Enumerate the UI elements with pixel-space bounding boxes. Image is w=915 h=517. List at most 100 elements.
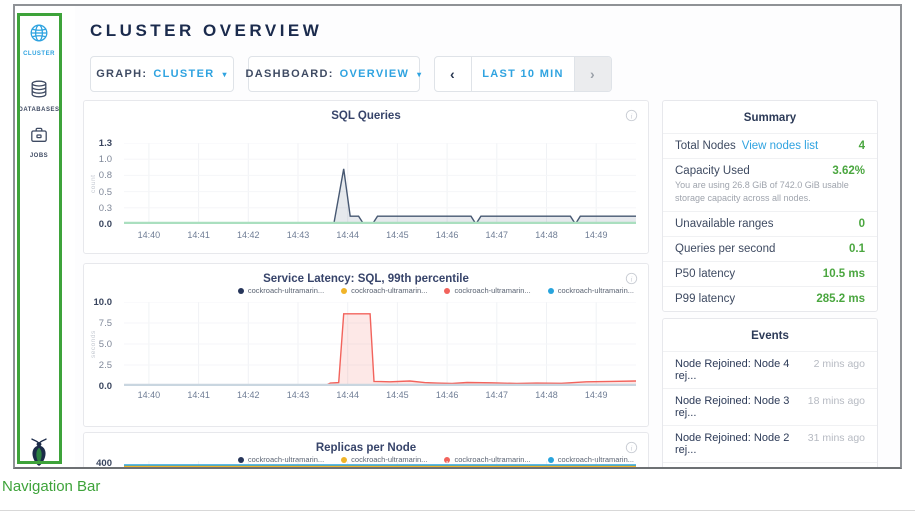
summary-row-value: 4 <box>859 140 865 152</box>
y-tick-label: 0.0 <box>99 219 112 230</box>
time-next-button[interactable]: › <box>574 57 611 91</box>
cockroachdb-logo[interactable] <box>15 437 63 469</box>
x-tick-label: 14:43 <box>287 390 310 400</box>
sidebar-item-label: JOBS <box>15 153 63 159</box>
y-axis-ticks: 400 <box>84 463 118 469</box>
x-tick-label: 14:45 <box>386 390 409 400</box>
y-tick-label: 7.5 <box>99 318 112 329</box>
event-row[interactable]: Node Rejoined: Node 4 rej... 2 mins ago <box>663 351 877 388</box>
y-tick-label: 400 <box>96 458 112 469</box>
time-range-selector: ‹ LAST 10 MIN › <box>434 56 612 92</box>
x-tick-label: 14:48 <box>535 230 558 240</box>
dashboard-dropdown-value: OVERVIEW <box>340 68 410 80</box>
x-tick-label: 14:40 <box>138 390 161 400</box>
x-tick-label: 14:42 <box>237 230 260 240</box>
x-tick-label: 14:44 <box>336 390 359 400</box>
summary-panel: Summary Total NodesView nodes list 4 Cap… <box>662 100 878 312</box>
chevron-down-icon: ▾ <box>417 70 422 79</box>
info-icon[interactable]: i <box>625 109 638 122</box>
chart-title: Service Latency: SQL, 99th percentile <box>84 273 648 285</box>
replicas-plot[interactable] <box>124 461 636 469</box>
legend-dot-icon <box>238 288 244 294</box>
graph-dropdown[interactable]: GRAPH: CLUSTER ▾ <box>90 56 234 92</box>
toolbar: GRAPH: CLUSTER ▾ DASHBOARD: OVERVIEW ▾ ‹… <box>90 56 612 92</box>
summary-row: Capacity Used 3.62% You are using 26.8 G… <box>663 158 877 211</box>
page-title: CLUSTER OVERVIEW <box>90 21 322 41</box>
y-tick-label: 0.5 <box>99 187 112 198</box>
chart-legend: cockroach-ultramarin... cockroach-ultrama… <box>238 286 634 295</box>
sidebar-item-jobs[interactable]: JOBS <box>15 125 63 159</box>
bottom-divider <box>0 510 915 511</box>
chart-title: SQL Queries <box>84 110 648 122</box>
event-row[interactable]: Node Rejoined: Node 1 rej... an hour ago <box>663 462 877 469</box>
x-tick-label: 14:48 <box>535 390 558 400</box>
sidebar-item-databases[interactable]: DATABASES <box>15 79 63 113</box>
x-tick-label: 14:46 <box>436 230 459 240</box>
y-tick-label: 10.0 <box>94 297 113 308</box>
summary-row: Queries per second 0.1 <box>663 236 877 261</box>
y-tick-label: 1.3 <box>99 138 112 149</box>
info-icon[interactable]: i <box>625 272 638 285</box>
x-tick-label: 14:46 <box>436 390 459 400</box>
x-tick-label: 14:41 <box>187 390 210 400</box>
event-time: 31 mins ago <box>808 432 865 444</box>
event-title: Node Rejoined: Node 4 rej... <box>675 358 806 382</box>
y-tick-label: 0.0 <box>99 381 112 392</box>
jobs-briefcase-icon <box>29 125 49 145</box>
summary-row-label: P99 latency <box>675 293 735 305</box>
sidebar-item-cluster[interactable]: CLUSTER <box>15 23 63 57</box>
x-tick-label: 14:47 <box>486 390 509 400</box>
x-tick-label: 14:42 <box>237 390 260 400</box>
y-tick-label: 5.0 <box>99 339 112 350</box>
graph-dropdown-label: GRAPH: <box>96 68 147 80</box>
svg-text:i: i <box>630 443 632 452</box>
x-tick-label: 14:49 <box>585 390 608 400</box>
sql-queries-plot[interactable] <box>124 143 636 224</box>
summary-row-value: 10.5 ms <box>823 268 865 280</box>
service-latency-chart-card: Service Latency: SQL, 99th percentile i … <box>83 263 649 427</box>
info-icon[interactable]: i <box>625 441 638 454</box>
legend-item[interactable]: cockroach-ultramarin... <box>238 286 324 295</box>
view-nodes-list-link[interactable]: View nodes list <box>742 140 819 152</box>
navigation-bar: CLUSTER DATABASES <box>15 6 75 467</box>
y-axis-ticks: 1.31.00.80.50.30.0 <box>84 143 118 224</box>
event-time: 2 mins ago <box>814 358 865 370</box>
chart-title: Replicas per Node <box>84 442 648 454</box>
event-row[interactable]: Node Rejoined: Node 2 rej... 31 mins ago <box>663 425 877 462</box>
x-tick-label: 14:45 <box>386 230 409 240</box>
y-tick-label: 0.8 <box>99 170 112 181</box>
capacity-used-note: You are using 26.8 GiB of 742.0 GiB usab… <box>663 179 877 211</box>
dashboard-dropdown-label: DASHBOARD: <box>246 68 334 80</box>
events-panel: Events Node Rejoined: Node 4 rej... 2 mi… <box>662 318 878 469</box>
summary-row: Total NodesView nodes list 4 <box>663 133 877 158</box>
event-title: Node Rejoined: Node 3 rej... <box>675 395 800 419</box>
event-row[interactable]: Node Rejoined: Node 3 rej... 18 mins ago <box>663 388 877 425</box>
time-prev-button[interactable]: ‹ <box>435 57 472 91</box>
x-tick-label: 14:44 <box>336 230 359 240</box>
legend-item[interactable]: cockroach-ultramarin... <box>548 286 634 295</box>
chevron-down-icon: ▾ <box>222 70 227 79</box>
legend-dot-icon <box>548 288 554 294</box>
x-tick-label: 14:47 <box>486 230 509 240</box>
dashboard-dropdown[interactable]: DASHBOARD: OVERVIEW ▾ <box>248 56 420 92</box>
summary-row-label: Total NodesView nodes list <box>675 140 818 152</box>
event-title: Node Rejoined: Node 2 rej... <box>675 432 800 456</box>
x-tick-label: 14:43 <box>287 230 310 240</box>
summary-row-label: Capacity Used <box>675 165 750 177</box>
legend-item[interactable]: cockroach-ultramarin... <box>341 286 427 295</box>
service-latency-plot[interactable] <box>124 302 636 386</box>
navigation-bar-annotation-label: Navigation Bar <box>2 478 100 495</box>
sidebar-item-label: CLUSTER <box>15 51 63 57</box>
x-tick-label: 14:40 <box>138 230 161 240</box>
legend-item[interactable]: cockroach-ultramarin... <box>444 286 530 295</box>
svg-text:i: i <box>630 274 632 283</box>
screenshot-stage: CLUSTER DATABASES <box>0 0 915 517</box>
summary-row-label: Queries per second <box>675 243 775 255</box>
summary-row-value: 0 <box>859 218 865 230</box>
summary-row: Unavailable ranges 0 <box>663 211 877 236</box>
summary-title: Summary <box>663 101 877 133</box>
time-range-value[interactable]: LAST 10 MIN <box>472 68 574 80</box>
sidebar-item-label: DATABASES <box>15 107 63 113</box>
summary-row: P50 latency 10.5 ms <box>663 261 877 286</box>
summary-row-label: P50 latency <box>675 268 735 280</box>
